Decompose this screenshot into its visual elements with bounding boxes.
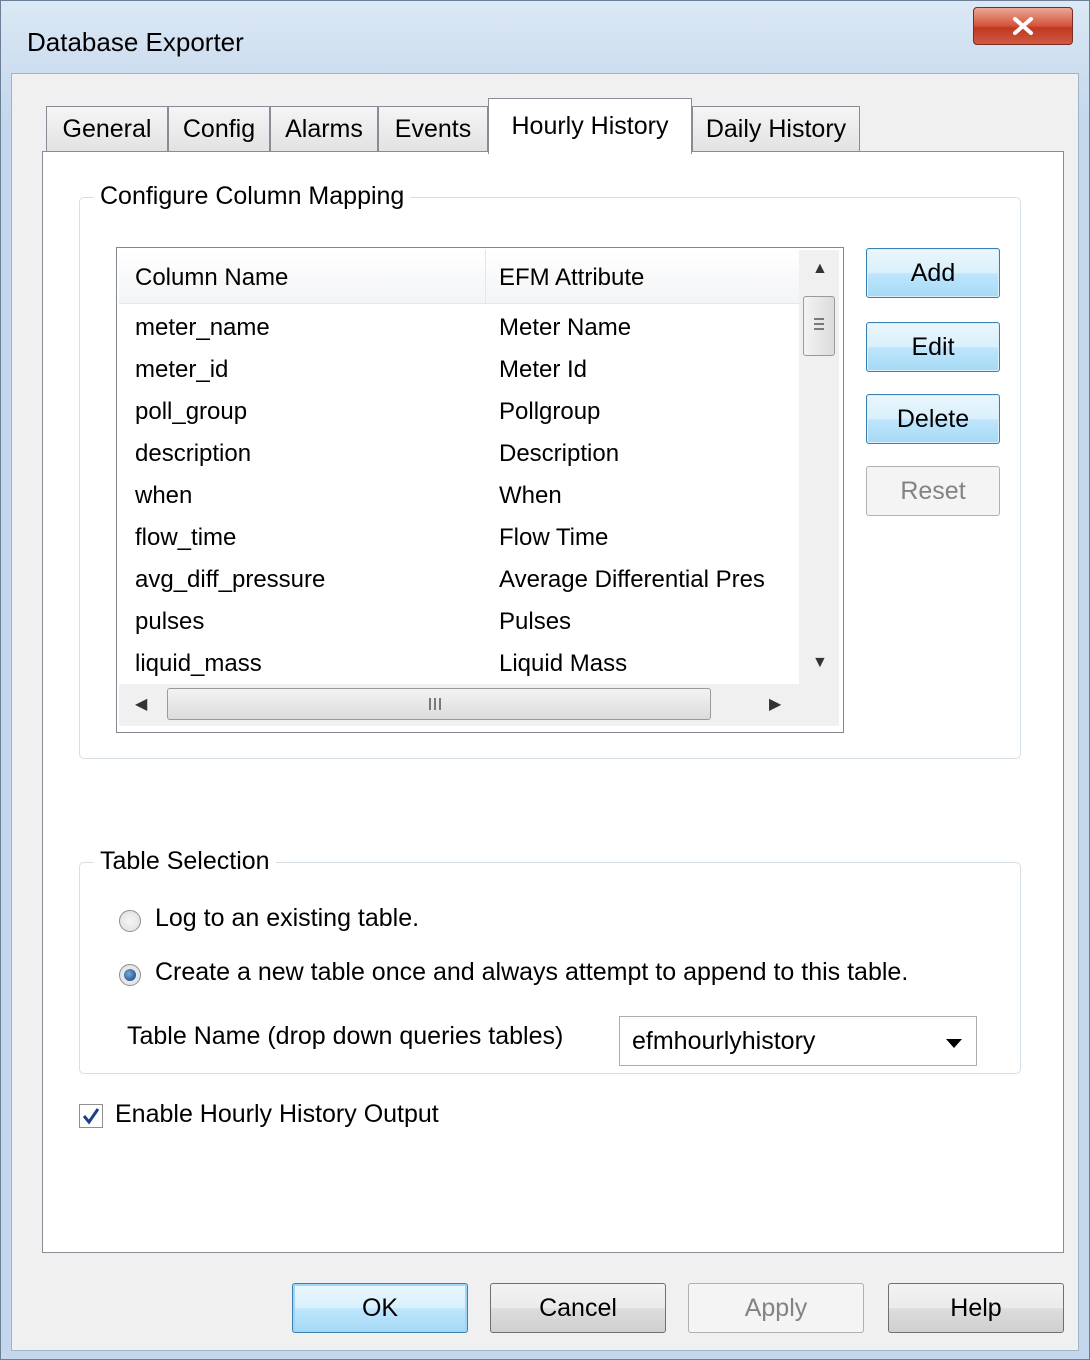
create-new-radio[interactable] [119,964,141,986]
row-efm-attribute: Meter Id [499,356,588,383]
list-row[interactable]: meter_name Meter Name [119,308,799,350]
column-mapping-caption: Configure Column Mapping [94,182,411,211]
row-efm-attribute: When [499,482,562,509]
horizontal-scrollbar[interactable]: ◀ ▶ [119,684,799,726]
log-existing-label[interactable]: Log to an existing table. [155,904,419,933]
enable-output-checkbox[interactable] [79,1104,103,1128]
row-efm-attribute: Liquid Mass [499,650,628,677]
table-selection-caption: Table Selection [94,847,276,876]
column-name-header[interactable]: Column Name [135,264,288,292]
edit-button[interactable]: Edit [866,322,1000,372]
reset-button[interactable]: Reset [866,466,1000,516]
row-column-name: when [135,482,193,509]
hourly-history-panel: Configure Column Mapping Column Name EFM… [42,151,1064,1253]
row-column-name: avg_diff_pressure [135,566,326,593]
list-row[interactable]: poll_group Pollgroup [119,392,799,434]
table-name-value: efmhourlyhistory [632,1027,816,1055]
header-separator[interactable] [485,250,486,304]
list-row[interactable]: pulses Pulses [119,602,799,644]
row-column-name: poll_group [135,398,248,425]
delete-button[interactable]: Delete [866,394,1000,444]
list-row[interactable]: flow_time Flow Time [119,518,799,560]
dialog-client-area: General Config Alarms Events Hourly Hist… [11,73,1079,1351]
row-efm-attribute: Pollgroup [499,398,601,425]
checkmark-icon [82,1108,100,1125]
horizontal-scroll-thumb[interactable] [167,688,711,720]
tab-hourly-history[interactable]: Hourly History [488,98,692,154]
row-column-name: liquid_mass [135,650,262,677]
enable-output-label[interactable]: Enable Hourly History Output [115,1100,439,1129]
tab-config[interactable]: Config [168,106,270,152]
column-mapping-group: Configure Column Mapping Column Name EFM… [79,182,1021,759]
row-efm-attribute: Meter Name [499,314,632,341]
row-efm-attribute: Description [499,440,620,467]
add-button[interactable]: Add [866,248,1000,298]
tab-alarms[interactable]: Alarms [270,106,378,152]
chevron-down-icon[interactable] [946,1039,962,1048]
row-efm-attribute: Average Differential Pres [499,566,765,593]
cancel-button[interactable]: Cancel [490,1283,666,1333]
help-button[interactable]: Help [888,1283,1064,1333]
row-column-name: meter_id [135,356,229,383]
grip-icon [814,318,824,330]
list-row[interactable]: when When [119,476,799,518]
close-button[interactable] [973,7,1073,45]
list-header: Column Name EFM Attribute [119,250,799,304]
list-row[interactable]: liquid_mass Liquid Mass [119,644,799,686]
row-column-name: flow_time [135,524,237,551]
efm-attribute-header[interactable]: EFM Attribute [499,264,644,292]
scrollbar-corner [799,684,839,726]
close-icon [1013,17,1033,35]
tab-events[interactable]: Events [378,106,488,152]
row-column-name: pulses [135,608,205,635]
column-mapping-list[interactable]: Column Name EFM Attribute meter_name Met… [116,247,844,733]
row-efm-attribute: Flow Time [499,524,609,551]
scroll-down-icon[interactable]: ▼ [812,654,828,672]
row-column-name: meter_name [135,314,270,341]
tab-daily-history[interactable]: Daily History [692,106,860,152]
ok-button[interactable]: OK [292,1283,468,1333]
table-name-label: Table Name (drop down queries tables) [127,1022,564,1050]
vertical-scroll-thumb[interactable] [803,296,835,356]
grip-icon [429,698,441,710]
list-row[interactable]: description Description [119,434,799,476]
row-efm-attribute: Pulses [499,608,572,635]
scroll-right-icon[interactable]: ▶ [769,694,781,714]
scroll-up-icon[interactable]: ▲ [812,260,828,278]
window-title: Database Exporter [27,27,244,57]
list-row[interactable]: meter_id Meter Id [119,350,799,392]
row-column-name: description [135,440,252,467]
scroll-left-icon[interactable]: ◀ [135,694,147,714]
create-new-label[interactable]: Create a new table once and always attem… [155,958,908,987]
vertical-scrollbar[interactable]: ▲ ▼ [799,250,839,684]
dialog-window: Database Exporter General Config Alarms … [0,0,1090,1360]
table-name-dropdown[interactable]: efmhourlyhistory [619,1016,977,1066]
log-existing-radio[interactable] [119,910,141,932]
apply-button[interactable]: Apply [688,1283,864,1333]
tab-general[interactable]: General [46,106,168,152]
list-row[interactable]: avg_diff_pressure Average Differential P… [119,560,799,602]
